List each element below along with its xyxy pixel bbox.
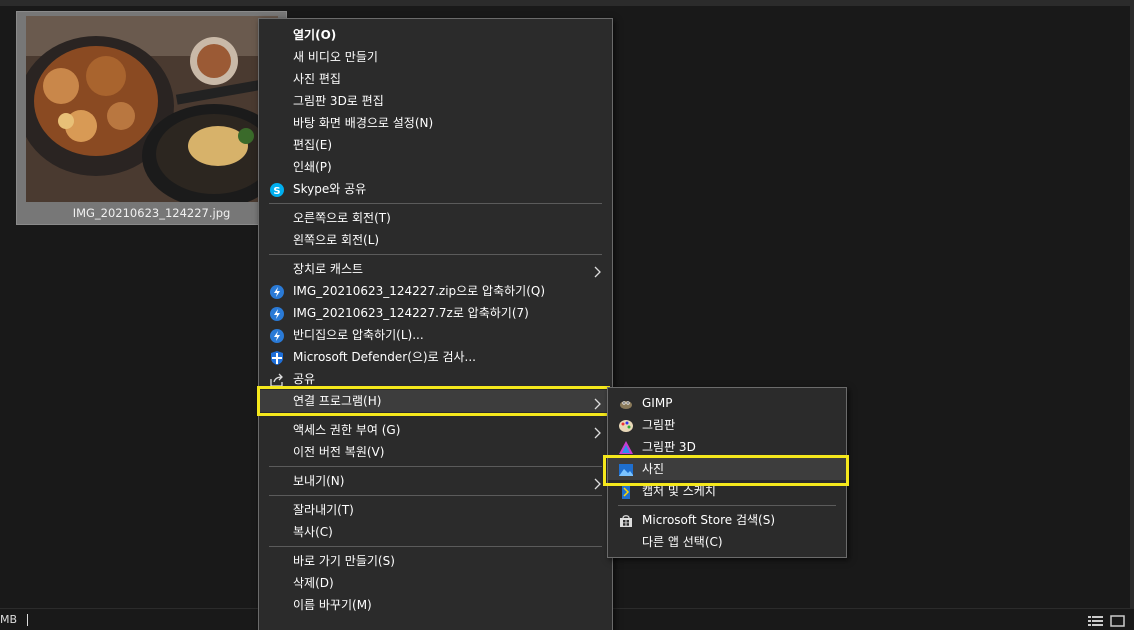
bandizip-icon (270, 328, 284, 343)
menu-item-label: 장치로 캐스트 (293, 262, 364, 276)
snip-sketch-icon (619, 484, 633, 499)
menu-item-label: 사진 편집 (293, 72, 341, 86)
menu-item-rename[interactable]: 이름 바꾸기(M) (259, 594, 612, 616)
menu-item-7z[interactable]: IMG_20210623_124227.7z로 압축하기(7) (259, 302, 612, 324)
bandizip-icon (270, 284, 284, 299)
file-name-label: IMG_20210623_124227.jpg (72, 206, 231, 220)
menu-item-paint3d-edit[interactable]: 그림판 3D로 편집 (259, 90, 612, 112)
menu-item-give-access[interactable]: 액세스 권한 부여 (G) (259, 419, 612, 441)
menu-item-set-background[interactable]: 바탕 화면 배경으로 설정(N) (259, 112, 612, 134)
menu-item-label: 바탕 화면 배경으로 설정(N) (293, 116, 434, 130)
submenu-separator (618, 505, 836, 506)
chevron-right-icon (594, 475, 602, 490)
submenu-item-label: Microsoft Store 검색(S) (642, 513, 776, 527)
menu-separator (269, 546, 602, 547)
menu-item-label: 인쇄(P) (293, 160, 332, 174)
skype-icon: S (270, 182, 284, 197)
status-size-text: MB (0, 613, 18, 626)
defender-shield-icon (270, 350, 284, 365)
svg-text:S: S (273, 186, 280, 197)
menu-item-label: Skype와 공유 (293, 182, 367, 196)
menu-separator (269, 254, 602, 255)
menu-item-label: 이전 버전 복원(V) (293, 445, 385, 459)
submenu-item-other-app[interactable]: 다른 앱 선택(C) (608, 531, 846, 553)
menu-item-print[interactable]: 인쇄(P) (259, 156, 612, 178)
menu-item-label: 반디집으로 압축하기(L)... (293, 328, 424, 342)
status-separator (27, 614, 28, 626)
menu-item-restore-prev[interactable]: 이전 버전 복원(V) (259, 441, 612, 463)
context-menu: 열기(O) 새 비디오 만들기 사진 편집 그림판 3D로 편집 바탕 화면 배… (258, 18, 613, 630)
menu-item-label: IMG_20210623_124227.zip으로 압축하기(Q) (293, 284, 546, 298)
menu-item-label: 편집(E) (293, 138, 333, 152)
bandizip-icon (270, 306, 284, 321)
menu-item-open[interactable]: 열기(O) (259, 24, 612, 46)
menu-item-edit-photo[interactable]: 사진 편집 (259, 68, 612, 90)
menu-item-label: 새 비디오 만들기 (293, 50, 378, 64)
menu-item-label: 열기(O) (293, 28, 337, 42)
menu-item-skype-share[interactable]: S Skype와 공유 (259, 178, 612, 200)
menu-item-edit[interactable]: 편집(E) (259, 134, 612, 156)
chevron-right-icon (594, 424, 602, 439)
submenu-item-label: 그림판 (642, 418, 676, 432)
chevron-right-icon (594, 263, 602, 278)
menu-item-bandizip[interactable]: 반디집으로 압축하기(L)... (259, 324, 612, 346)
gimp-icon (619, 396, 633, 410)
file-item[interactable]: IMG_20210623_124227.jpg (16, 11, 287, 225)
menu-item-defender[interactable]: Microsoft Defender(으)로 검사... (259, 346, 612, 368)
menu-item-label: 왼쪽으로 회전(L) (293, 233, 380, 247)
image-thumbnail (26, 16, 278, 202)
menu-item-send-to[interactable]: 보내기(N) (259, 470, 612, 492)
menu-item-label: 그림판 3D로 편집 (293, 94, 384, 108)
menu-item-label: 오른쪽으로 회전(T) (293, 211, 391, 225)
submenu-item-gimp[interactable]: GIMP (608, 392, 846, 414)
menu-item-label: 이름 바꾸기(M) (293, 598, 372, 612)
menu-item-copy[interactable]: 복사(C) (259, 521, 612, 543)
share-icon (270, 372, 284, 387)
menu-item-cut[interactable]: 잘라내기(T) (259, 499, 612, 521)
menu-item-label: 액세스 권한 부여 (G) (293, 423, 401, 437)
menu-separator (269, 203, 602, 204)
submenu-item-label: 다른 앱 선택(C) (642, 535, 723, 549)
store-bag-icon (619, 513, 633, 527)
menu-item-zip[interactable]: IMG_20210623_124227.zip으로 압축하기(Q) (259, 280, 612, 302)
menu-separator (269, 466, 602, 467)
paint3d-icon (619, 440, 633, 454)
window-right-border (1130, 0, 1134, 630)
submenu-item-paint[interactable]: 그림판 (608, 414, 846, 436)
menu-item-cast[interactable]: 장치로 캐스트 (259, 258, 612, 280)
submenu-item-label: GIMP (642, 396, 673, 410)
paint-icon (619, 418, 633, 432)
submenu-item-store[interactable]: Microsoft Store 검색(S) (608, 509, 846, 531)
highlight-box-photos (603, 455, 849, 486)
menu-item-label: IMG_20210623_124227.7z로 압축하기(7) (293, 306, 529, 320)
menu-item-create-shortcut[interactable]: 바로 가기 만들기(S) (259, 550, 612, 572)
menu-item-label: 바로 가기 만들기(S) (293, 554, 395, 568)
details-view-icon[interactable] (1088, 613, 1104, 626)
large-icons-view-icon[interactable] (1110, 613, 1126, 627)
menu-item-label: 복사(C) (293, 525, 333, 539)
menu-separator (269, 495, 602, 496)
menu-item-label: Microsoft Defender(으)로 검사... (293, 350, 476, 364)
menu-item-new-video[interactable]: 새 비디오 만들기 (259, 46, 612, 68)
highlight-box-open-with (257, 386, 610, 416)
menu-item-rotate-left[interactable]: 왼쪽으로 회전(L) (259, 229, 612, 251)
menu-item-delete[interactable]: 삭제(D) (259, 572, 612, 594)
menu-item-label: 잘라내기(T) (293, 503, 354, 517)
menu-item-label: 삭제(D) (293, 576, 334, 590)
menu-item-label: 보내기(N) (293, 474, 345, 488)
window-top-border (0, 0, 1134, 6)
menu-item-rotate-right[interactable]: 오른쪽으로 회전(T) (259, 207, 612, 229)
